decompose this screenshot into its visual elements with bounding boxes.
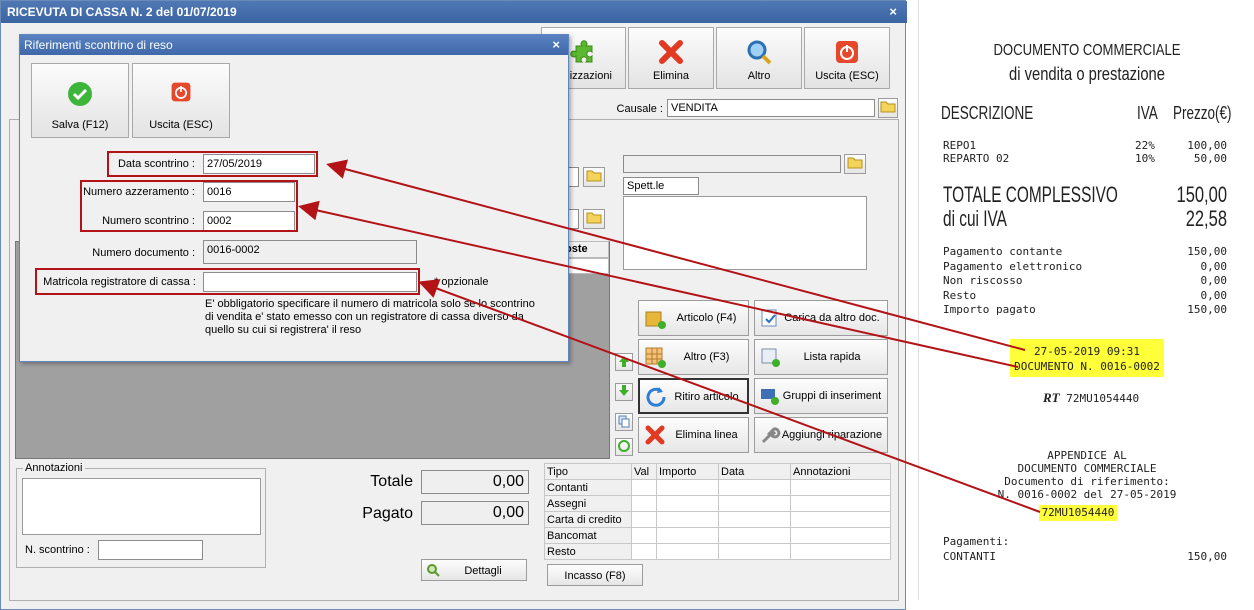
- arrow-docnum: [298, 200, 1019, 368]
- arrow-matricola: [418, 279, 1041, 513]
- arrow-date: [326, 159, 1026, 351]
- annotation-arrows: [298, 159, 1041, 513]
